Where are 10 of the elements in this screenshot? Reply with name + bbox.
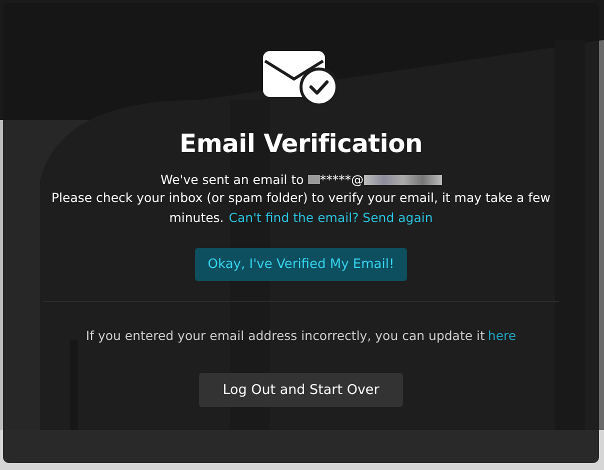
email-address: *****@ — [320, 172, 364, 187]
dialog-title: Email Verification — [180, 129, 422, 158]
resend-link[interactable]: Can't find the email? Send again — [228, 210, 433, 225]
verified-button[interactable]: Okay, I've Verified My Email! — [194, 248, 408, 281]
update-email-text: If you entered your email address incorrectly, you can update it here — [86, 328, 516, 343]
instructions-text: Please check your inbox (or spam folder) to verify your email, it may take a few minutes. Can't find the email? Send again — [50, 189, 552, 227]
sent-text: We've sent an email to — [160, 172, 304, 187]
redacted-mark — [308, 175, 320, 184]
logout-button[interactable]: Log Out and Start Over — [199, 373, 403, 407]
update-link[interactable]: here — [488, 328, 516, 343]
